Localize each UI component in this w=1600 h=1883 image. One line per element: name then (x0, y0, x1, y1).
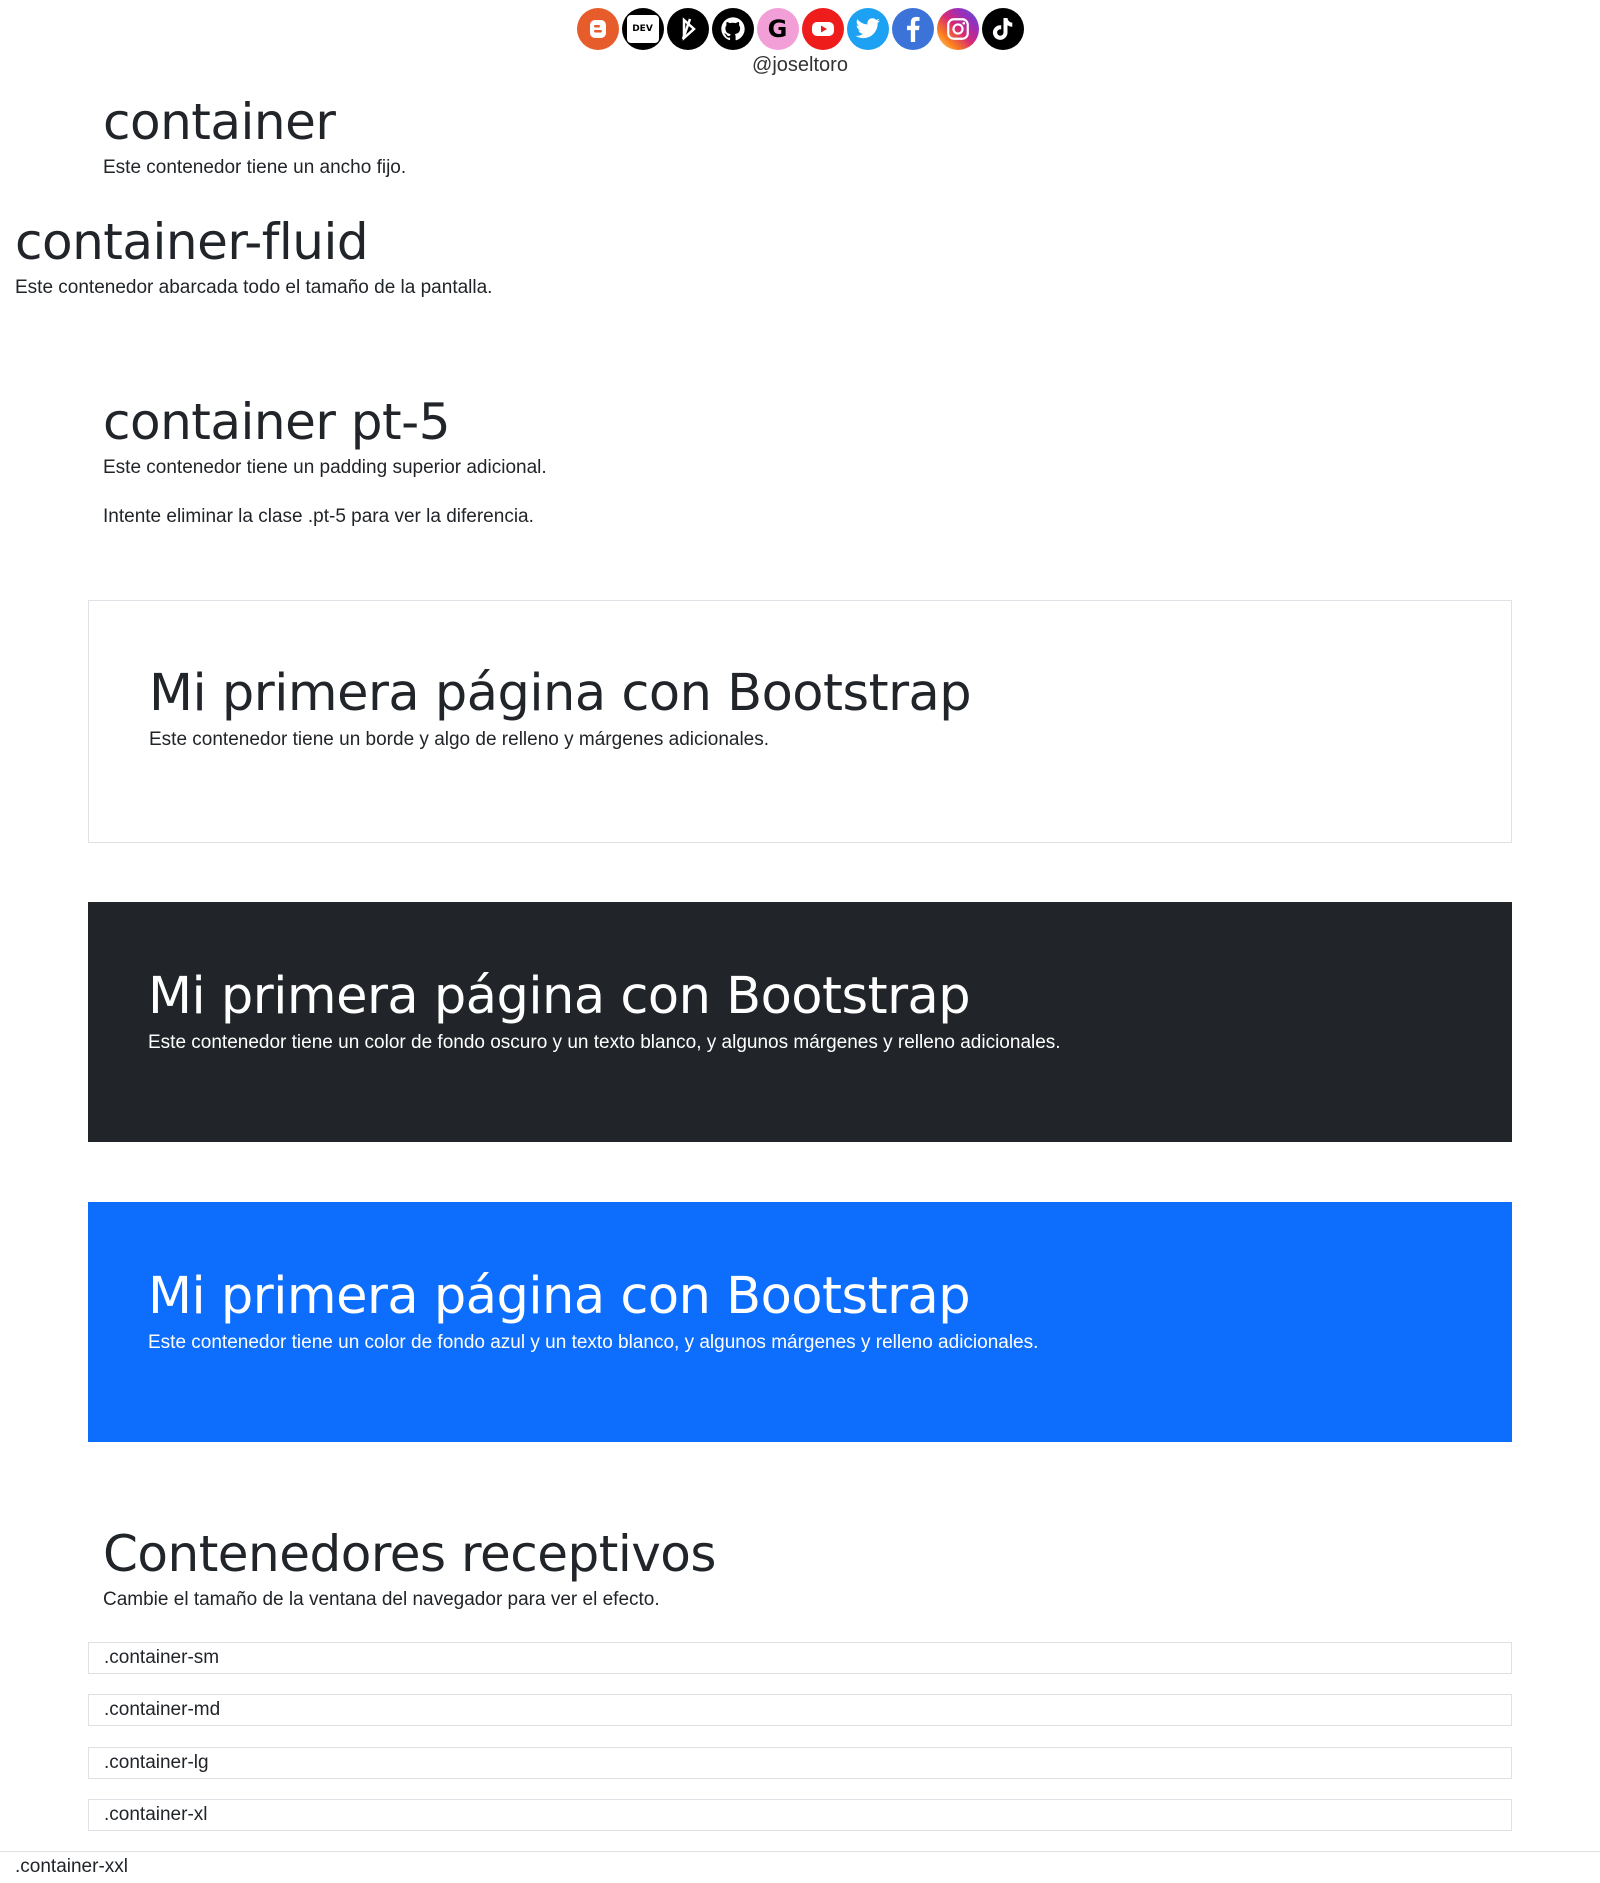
container-sm-label: .container-sm (104, 1647, 220, 1668)
container-md-row: .container-md (88, 1694, 1512, 1726)
container-sm-row: .container-sm (88, 1642, 1512, 1674)
container-pt5-hint: Intente eliminar la clase .pt-5 para ver… (103, 505, 534, 527)
container-xl-row: .container-xl (88, 1799, 1512, 1831)
facebook-icon[interactable] (891, 8, 934, 50)
blue-container: Mi primera página con Bootstrap Este con… (88, 1202, 1512, 1442)
bordered-text: Este contenedor tiene un borde y algo de… (149, 729, 770, 751)
container-xxl-row: .container-xxl (0, 1851, 1600, 1883)
blue-heading: Mi primera página con Bootstrap (148, 1267, 971, 1326)
codepen-slash-icon[interactable] (666, 8, 709, 50)
responsive-section: Contenedores receptivos Cambie el tamaño… (103, 1524, 1503, 1615)
dark-text: Este contenedor tiene un color de fondo … (148, 1032, 1061, 1054)
youtube-icon[interactable] (801, 8, 844, 50)
tiktok-icon[interactable] (981, 8, 1024, 50)
github-icon[interactable] (711, 8, 754, 50)
container-pt5-text: Este contenedor tiene un padding superio… (103, 457, 547, 478)
container-fluid-section: container-fluid Este contenedor abarcada… (15, 212, 1585, 303)
container-lg-label: .container-lg (104, 1752, 209, 1773)
google-icon[interactable]: G (756, 8, 799, 50)
dark-container: Mi primera página con Bootstrap Este con… (88, 902, 1512, 1142)
dark-heading: Mi primera página con Bootstrap (148, 967, 971, 1026)
container-heading: container (103, 93, 336, 151)
container-md-label: .container-md (104, 1699, 221, 1720)
social-icons-bar: DEV G (0, 8, 1600, 50)
blogger-icon[interactable] (576, 8, 619, 50)
google-letter: G (767, 15, 788, 43)
responsive-heading: Contenedores receptivos (103, 1525, 716, 1583)
container-pt5-section: container pt-5 Este contenedor tiene un … (103, 392, 1503, 531)
container-lg-row: .container-lg (88, 1747, 1512, 1779)
dev-icon[interactable]: DEV (621, 8, 664, 50)
container-fluid-heading: container-fluid (15, 213, 369, 271)
responsive-text: Cambie el tamaño de la ventana del naveg… (103, 1589, 660, 1610)
page: DEV G @joseltoro container Este contened (0, 0, 1600, 1883)
dev-logo-text: DEV (626, 15, 659, 43)
container-xl-label: .container-xl (104, 1804, 208, 1825)
twitter-icon[interactable] (846, 8, 889, 50)
blue-text: Este contenedor tiene un color de fondo … (148, 1332, 1039, 1354)
container-fluid-text: Este contenedor abarcada todo el tamaño … (15, 277, 493, 298)
container-text: Este contenedor tiene un ancho fijo. (103, 157, 407, 178)
instagram-icon[interactable] (936, 8, 979, 50)
container-xxl-label: .container-xxl (15, 1856, 128, 1877)
bordered-container: Mi primera página con Bootstrap Este con… (88, 600, 1512, 843)
bordered-heading: Mi primera página con Bootstrap (149, 664, 972, 723)
container-section: container Este contenedor tiene un ancho… (103, 92, 1503, 183)
container-pt5-heading: container pt-5 (103, 393, 451, 451)
author-handle[interactable]: @joseltoro (0, 54, 1600, 77)
